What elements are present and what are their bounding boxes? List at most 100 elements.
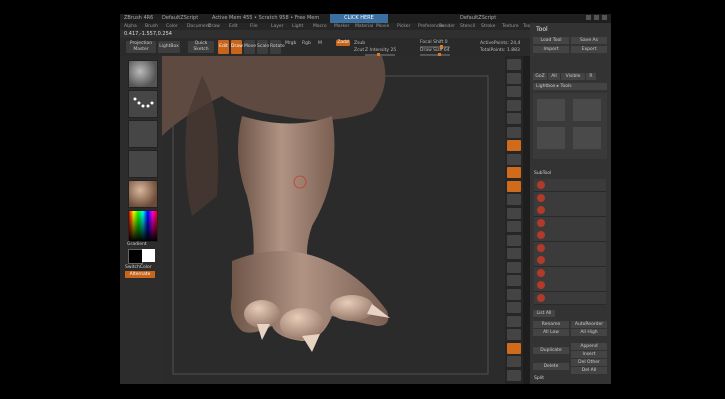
quick-sketch-button[interactable]: Quick Sketch — [188, 41, 214, 53]
menu-item[interactable]: Movie — [376, 24, 389, 29]
subtool-row[interactable] — [534, 266, 606, 280]
shelf-button[interactable] — [507, 342, 521, 354]
subtool-row[interactable] — [534, 241, 606, 255]
append-button[interactable]: Append — [571, 343, 607, 350]
shelf-button[interactable] — [507, 194, 521, 205]
menu-item[interactable]: Render — [439, 24, 455, 29]
menu-item[interactable]: Edit — [229, 24, 238, 29]
menu-item[interactable]: Picker — [397, 24, 410, 29]
menu-item[interactable]: Draw — [208, 24, 220, 29]
alternate-button[interactable]: Alternate — [125, 271, 155, 278]
shelf-button[interactable] — [507, 221, 521, 232]
shelf-button[interactable] — [507, 288, 521, 300]
projection-master-button[interactable]: Projection Master — [126, 41, 156, 53]
list-all-button[interactable]: List All — [533, 310, 555, 317]
duplicate-button[interactable]: Duplicate — [533, 347, 569, 354]
delete-button[interactable]: Delete — [533, 363, 569, 370]
subtool-row[interactable] — [534, 179, 606, 192]
lightbox-tools-button[interactable]: Lightbox ▸ Tools — [533, 83, 607, 90]
rgb-toggle[interactable]: Rgb — [302, 41, 311, 46]
visible-button[interactable]: Visible — [561, 73, 585, 80]
alpha-thumbnail[interactable] — [128, 120, 158, 148]
load-tool-button[interactable]: Load Tool — [533, 37, 569, 44]
shelf-button[interactable] — [507, 126, 521, 138]
menu-item[interactable]: Macro — [313, 24, 327, 29]
menu-item[interactable]: Stencil — [460, 24, 475, 29]
shelf-button[interactable] — [507, 153, 521, 165]
export-button[interactable]: Export — [571, 46, 607, 53]
shelf-button[interactable] — [507, 113, 521, 124]
subtool-row[interactable] — [534, 254, 606, 267]
draw-button[interactable]: Draw — [231, 40, 243, 54]
rotate-button[interactable]: Rotate — [270, 40, 285, 54]
shelf-button[interactable] — [507, 59, 521, 70]
shelf-button[interactable] — [507, 72, 521, 84]
polysphere-tool[interactable] — [573, 99, 601, 121]
simplebrush-tool[interactable] — [537, 99, 565, 121]
all-low-button[interactable]: All Low — [533, 329, 569, 336]
primary-color-swatch[interactable] — [142, 249, 155, 262]
goz-button[interactable]: GoZ — [533, 73, 547, 80]
m-toggle[interactable]: M — [318, 41, 322, 46]
mrgb-toggle[interactable]: Mrgb — [285, 41, 296, 46]
shelf-button[interactable] — [507, 207, 521, 219]
close-icon[interactable] — [602, 15, 607, 20]
save-as-button[interactable]: Save As — [571, 37, 607, 44]
minimize-icon[interactable] — [586, 15, 591, 20]
menu-item[interactable]: Texture — [502, 24, 518, 29]
menu-item[interactable]: Layer — [271, 24, 284, 29]
shelf-button[interactable] — [507, 234, 521, 246]
edit-button[interactable]: Edit — [218, 40, 229, 54]
tray-divider[interactable] — [523, 56, 530, 384]
menu-item[interactable]: Stroke — [481, 24, 495, 29]
menu-item[interactable]: File — [250, 24, 258, 29]
menu-item[interactable]: Brush — [145, 24, 158, 29]
menu-item[interactable]: Document — [187, 24, 210, 29]
shelf-button[interactable] — [507, 99, 521, 111]
import-button[interactable]: Import — [533, 46, 569, 53]
split-section[interactable]: Split — [534, 376, 544, 381]
rename-button[interactable]: Rename — [533, 321, 569, 328]
menu-item[interactable]: Material — [355, 24, 373, 29]
maximize-icon[interactable] — [594, 15, 599, 20]
move-button[interactable]: Move — [244, 40, 256, 54]
subtool-row[interactable] — [534, 204, 606, 217]
menu-item[interactable]: Light — [292, 24, 303, 29]
shelf-button[interactable] — [507, 356, 521, 367]
insert-button[interactable]: Insert — [571, 351, 607, 358]
shelf-button[interactable] — [507, 180, 521, 192]
title-highlight[interactable]: CLICK HERE — [330, 14, 388, 23]
subtool-row[interactable] — [534, 191, 606, 205]
secondary-color-swatch[interactable] — [128, 249, 143, 264]
shelf-button[interactable] — [507, 140, 521, 151]
brush-thumbnail[interactable] — [128, 60, 158, 88]
zadd-button[interactable]: Zadd — [336, 40, 350, 46]
all-button[interactable]: All — [548, 73, 560, 80]
scale-button[interactable]: Scale — [257, 40, 269, 54]
autoreorder-button[interactable]: AutoReorder — [571, 321, 607, 328]
shelf-button[interactable] — [507, 329, 521, 340]
shelf-button[interactable] — [507, 275, 521, 286]
color-picker[interactable] — [128, 210, 158, 242]
gradient-label[interactable]: Gradient — [127, 242, 147, 247]
zsub-button[interactable]: Zsub — [354, 41, 365, 46]
shelf-button[interactable] — [507, 167, 521, 178]
zcut-button[interactable]: Zcut — [354, 48, 364, 53]
lightbox-button[interactable]: LightBox — [158, 41, 180, 53]
shelf-button[interactable] — [507, 86, 521, 97]
texture-thumbnail[interactable] — [128, 150, 158, 178]
menu-item[interactable]: Alpha — [124, 24, 137, 29]
polymesh3d-tool[interactable] — [573, 127, 601, 149]
shelf-button[interactable] — [507, 369, 521, 381]
del-all-button[interactable]: Del All — [571, 367, 607, 374]
menu-item[interactable]: Color — [166, 24, 178, 29]
cylinder3d-tool[interactable] — [537, 127, 565, 149]
del-other-button[interactable]: Del Other — [571, 359, 607, 366]
subtool-header[interactable]: SubTool — [534, 171, 551, 176]
subtool-row[interactable] — [534, 216, 606, 230]
shelf-button[interactable] — [507, 302, 521, 313]
switchcolor-button[interactable]: SwitchColor — [125, 265, 152, 270]
subtool-row[interactable] — [534, 291, 606, 305]
subtool-row[interactable] — [534, 229, 606, 242]
material-thumbnail[interactable] — [128, 180, 158, 208]
